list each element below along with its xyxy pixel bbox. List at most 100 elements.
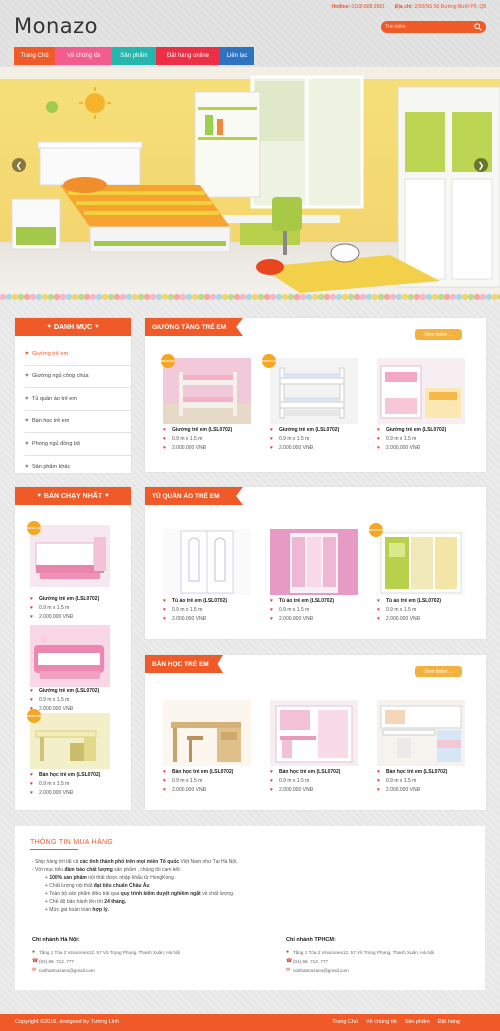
heart-icon: ♥ <box>25 373 29 380</box>
search-input[interactable] <box>385 24 471 30</box>
desk-section: BÀN HỌC TRẺ EM Xem thêm ... ♥ Bàn học trẻ… <box>145 655 486 810</box>
heart-icon: ♥ <box>270 598 273 604</box>
product-size: ♥ 0.9 m x 1.5 m <box>30 697 70 703</box>
branch-hcm-email[interactable]: ✉ noithatmozano@gmail.com <box>286 967 349 973</box>
hotline-value[interactable]: 0168.888.9981 <box>352 4 385 10</box>
slider-prev-button[interactable]: ❮ <box>12 158 26 172</box>
product-card[interactable]: ♥ Tủ áo trẻ em (LSL0702) ♥ 0.9 m x 1.5 m ♥… <box>163 529 251 622</box>
product-name[interactable]: ♥ Tủ áo trẻ em (LSL0702) <box>163 598 251 604</box>
address: Địa chỉ: 2/60/NS 56 Đường Bưởi P5, Q8 <box>395 4 486 10</box>
branch-hcm-phone[interactable]: ☎ (04) 66. 712. 777 <box>286 958 328 964</box>
product-image[interactable] <box>163 358 251 424</box>
product-name[interactable]: ♥ Tủ áo trẻ em (LSL0702) <box>377 598 465 604</box>
product-name[interactable]: ♥ Giường trẻ em (LSL0702) <box>270 427 358 433</box>
product-image[interactable] <box>30 525 118 591</box>
product-name[interactable]: ♥ Giường trẻ em (LSL0702) <box>30 596 99 602</box>
product-card[interactable]: GIẢM GIÁ ♥ Tủ áo trẻ em (LSL0702) ♥ 0.9 m … <box>369 523 465 622</box>
view-more-button[interactable]: Xem thêm ... <box>415 666 462 677</box>
product-image[interactable] <box>377 529 465 595</box>
product-name[interactable]: ♥ Bàn học trẻ em (LSL0702) <box>163 769 251 775</box>
product-card[interactable]: ♥ Bàn học trẻ em (LSL0702) ♥ 0.9 m x 1.5 m… <box>377 700 465 793</box>
product-size: ♥ 0.9 m x 1.5 m <box>377 607 417 613</box>
phone-icon: ☎ <box>286 958 293 964</box>
branch-hcm-title: Chi nhánh TPHCM: <box>286 937 336 943</box>
product-image[interactable] <box>270 700 358 766</box>
heart-icon: ♥ <box>25 463 29 470</box>
nav-item-about[interactable]: Về chúng tôi <box>55 47 112 65</box>
product-price: ♥2.000.000 VNĐ <box>270 616 314 622</box>
sale-badge: GIẢM GIÁ <box>27 521 41 535</box>
product-image[interactable] <box>163 529 251 595</box>
phone-icon: ☎ <box>32 958 39 964</box>
search-icon[interactable] <box>474 23 482 31</box>
product-info: ♥ Giường trẻ em (LSL0702) ♥ 0.9 m x 1.5 m … <box>30 685 99 712</box>
branch-hanoi-address: ● Tầng 1 Tòa 2 Vinaconex12, 57 Vũ Trọng P… <box>32 949 181 955</box>
slider-next-button[interactable]: ❯ <box>474 158 488 172</box>
heart-icon: ♥ <box>30 790 33 796</box>
product-card[interactable] <box>30 625 118 691</box>
heart-icon: ♥ <box>163 769 166 775</box>
branch-hanoi-email[interactable]: ✉ noithatmozano@gmail.com <box>32 967 95 973</box>
heart-icon: ♥ <box>95 324 99 330</box>
footer-link-home[interactable]: Trang Chủ <box>332 1019 358 1025</box>
category-title-text: DANH MỤC <box>53 323 93 331</box>
product-name[interactable]: ♥ Giường trẻ em (LSL0702) <box>163 427 251 433</box>
heart-icon: ♥ <box>30 781 33 787</box>
category-item-bedroom-sets[interactable]: ♥ Phòng ngủ đồng bộ <box>25 433 131 456</box>
bestseller-panel: ♥ BÁN CHẠY NHẤT ♥ GIẢM GIÁ ♥ Giường trẻ em … <box>15 487 131 810</box>
category-item-study-desks[interactable]: ♥ Bàn học trẻ em <box>25 411 131 433</box>
footer-link-products[interactable]: Sản phẩm <box>405 1019 430 1025</box>
branch-hanoi-phone[interactable]: ☎ (04) 66. 712. 777 <box>32 958 74 964</box>
product-card[interactable]: ♥ Bàn học trẻ em (LSL0702) ♥ 0.9 m x 1.5 m… <box>163 700 251 793</box>
heart-icon: ♥ <box>25 440 29 447</box>
nav-item-contact[interactable]: Liên lạc <box>220 47 254 65</box>
hero-slider[interactable]: ❮ ❯ <box>0 67 500 300</box>
product-price: ♥2.000.000 VNĐ <box>163 787 207 793</box>
category-item-wardrobes[interactable]: ♥ Tủ quần áo trẻ em <box>25 388 131 411</box>
sale-badge: GIẢM GIÁ <box>161 354 175 368</box>
site-logo[interactable]: Monazo <box>14 14 98 38</box>
category-item-other[interactable]: ♥ Sản phẩm khác <box>25 456 131 479</box>
category-item-kids-beds[interactable]: ♥ Giường trẻ em <box>25 343 131 366</box>
product-image[interactable] <box>163 700 251 766</box>
copyright-text: Copyright ©2016, designed by Tường Linh <box>15 1019 120 1025</box>
product-image[interactable] <box>270 529 358 595</box>
info-line: + Chế độ bảo hành lên tới 24 tháng. <box>45 899 127 905</box>
product-name[interactable]: ♥ Giường trẻ em (LSL0702) <box>377 427 465 433</box>
view-more-button[interactable]: Xem thêm ... <box>415 329 462 340</box>
product-name[interactable]: ♥ Tủ áo trẻ em (LSL0702) <box>270 598 358 604</box>
product-card[interactable]: ♥ Giường trẻ em (LSL0702) ♥ 0.9 m x 1.5 m … <box>377 358 465 451</box>
nav-item-order-online[interactable]: Đặt hàng online <box>156 47 220 65</box>
product-name[interactable]: ♥ Bàn học trẻ em (LSL0702) <box>270 769 358 775</box>
product-size: ♥ 0.9 m x 1.5 m <box>270 436 310 442</box>
product-image[interactable] <box>377 700 465 766</box>
product-name[interactable]: ♥ Bàn học trẻ em (LSL0702) <box>30 772 100 778</box>
product-name[interactable]: ♥ Giường trẻ em (LSL0702) <box>30 688 99 694</box>
product-card[interactable]: GIẢM GIÁ ♥ Giường trẻ em (LSL0702) ♥ 0.9 m… <box>161 354 251 451</box>
product-image[interactable] <box>270 358 358 424</box>
address-label: Địa chỉ: <box>394 4 413 10</box>
location-icon: ● <box>286 949 290 955</box>
product-size: ♥ 0.9 m x 1.5 m <box>30 605 70 611</box>
footer-link-order[interactable]: Đặt hàng <box>438 1019 460 1025</box>
product-card[interactable]: ♥ Bàn học trẻ em (LSL0702) ♥ 0.9 m x 1.5 m… <box>270 700 358 793</box>
product-card[interactable]: ♥ Tủ áo trẻ em (LSL0702) ♥ 0.9 m x 1.5 m ♥… <box>270 529 358 622</box>
product-card[interactable]: GIẢM GIÁ <box>27 521 118 591</box>
product-price: ♥2.000.000 VNĐ <box>30 706 99 712</box>
nav-item-products[interactable]: Sản phẩm <box>112 47 156 65</box>
footer-link-about[interactable]: Về chúng tôi <box>366 1019 397 1025</box>
product-name[interactable]: ♥ Bàn học trẻ em (LSL0702) <box>377 769 465 775</box>
product-size: ♥ 0.9 m x 1.5 m <box>163 436 203 442</box>
section-title: BÀN HỌC TRẺ EM <box>145 655 223 673</box>
category-label: Sản phẩm khác <box>32 463 71 470</box>
product-card[interactable]: GIẢM GIÁ ♥ Giường trẻ em (LSL0702) ♥ 0.9 m… <box>262 354 358 451</box>
product-image[interactable] <box>377 358 465 424</box>
category-label: Tủ quần áo trẻ em <box>32 395 77 402</box>
product-image[interactable] <box>30 625 118 691</box>
heart-icon: ♥ <box>163 616 166 622</box>
heart-icon: ♥ <box>270 445 273 451</box>
nav-item-home[interactable]: Trang Chủ <box>14 47 55 65</box>
heart-icon: ♥ <box>30 605 33 611</box>
category-item-princess-beds[interactable]: ♥ Giường ngủ công chúa <box>25 366 131 388</box>
heart-icon: ♥ <box>270 616 273 622</box>
